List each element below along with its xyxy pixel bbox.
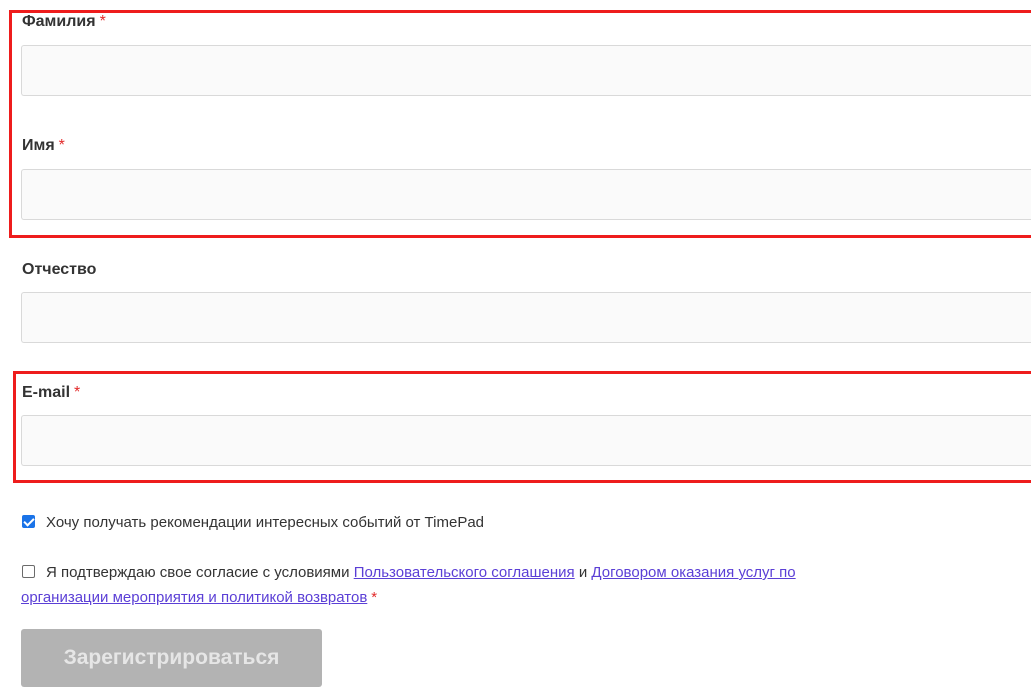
middle-name-label-text: Отчество: [22, 261, 97, 278]
contract-link-line1[interactable]: Договором оказания услуг по: [591, 564, 795, 581]
last-name-label-text: Фамилия: [22, 13, 96, 30]
last-name-label: Фамилия *: [22, 13, 106, 31]
consent-conjunction: и: [578, 564, 588, 581]
required-mark: *: [74, 384, 81, 401]
last-name-input[interactable]: [21, 45, 1031, 96]
consent-checkbox[interactable]: [22, 565, 35, 578]
email-label: E-mail *: [22, 384, 80, 402]
first-name-input[interactable]: [21, 169, 1031, 220]
contract-link-line2[interactable]: организации мероприятия и политикой возв…: [21, 589, 367, 606]
middle-name-input[interactable]: [21, 292, 1031, 343]
middle-name-label: Отчество: [22, 261, 96, 279]
register-button[interactable]: Зарегистрироваться: [21, 629, 322, 687]
consent-row-line2: организации мероприятия и политикой возв…: [21, 587, 377, 609]
required-mark: *: [58, 137, 65, 154]
first-name-label: Имя *: [22, 137, 65, 155]
consent-text: Я подтверждаю свое согласие с условиями: [46, 564, 350, 581]
subscribe-row: Хочу получать рекомендации интересных со…: [22, 512, 484, 534]
subscribe-label: Хочу получать рекомендации интересных со…: [46, 514, 485, 531]
email-input[interactable]: [21, 415, 1031, 466]
consent-row: Я подтверждаю свое согласие с условиями …: [22, 562, 1022, 584]
subscribe-checkbox[interactable]: [22, 515, 35, 528]
required-mark: *: [99, 13, 106, 30]
user-agreement-link[interactable]: Пользовательского соглашения: [354, 564, 575, 581]
consent-required-mark: *: [371, 589, 378, 606]
email-label-text: E-mail: [22, 384, 71, 401]
first-name-label-text: Имя: [22, 137, 55, 154]
